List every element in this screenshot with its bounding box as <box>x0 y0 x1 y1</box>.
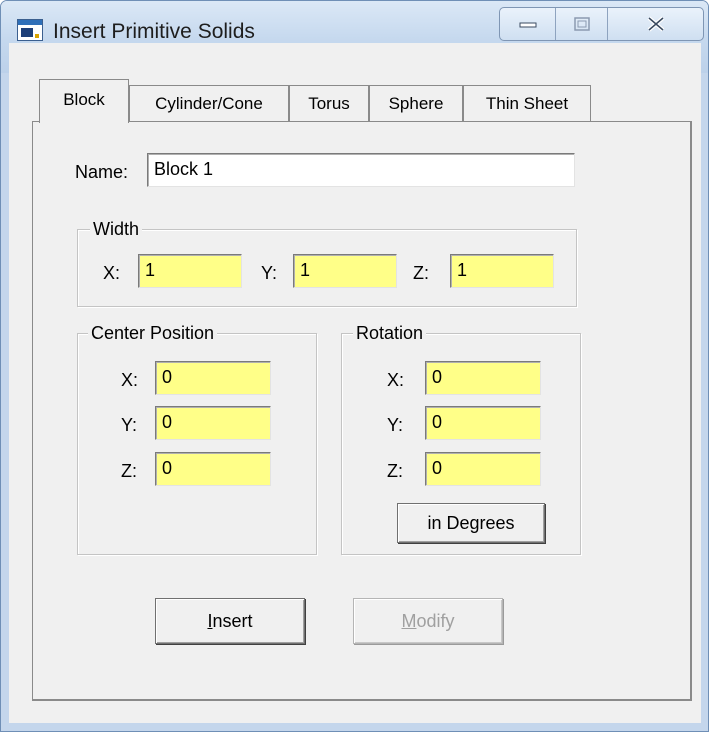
tab-block[interactable]: Block <box>39 79 129 123</box>
tab-torus[interactable]: Torus <box>289 85 369 121</box>
app-window-icon <box>17 19 43 41</box>
width-x-input[interactable]: 1 <box>138 254 242 288</box>
center-z-input[interactable]: 0 <box>155 452 271 486</box>
center-y-label: Y: <box>121 415 138 435</box>
maximize-icon <box>573 17 590 31</box>
insert-button[interactable]: Insert <box>155 598 305 644</box>
tab-sphere[interactable]: Sphere <box>369 85 463 121</box>
rotation-y-label: Y: <box>387 415 404 435</box>
width-z-input[interactable]: 1 <box>450 254 554 288</box>
center-position-title: Center Position <box>88 322 218 344</box>
width-y-input[interactable]: 1 <box>293 254 397 288</box>
width-x-label: X: <box>103 263 121 283</box>
rotation-z-label: Z: <box>387 461 403 481</box>
close-button[interactable] <box>608 8 703 40</box>
name-label: Name: <box>75 162 129 182</box>
rotation-x-input[interactable]: 0 <box>425 361 541 395</box>
rotation-x-label: X: <box>387 370 405 390</box>
close-icon <box>647 16 664 32</box>
name-input[interactable]: Block 1 <box>147 153 575 187</box>
modify-label-rest: odify <box>416 611 455 631</box>
modify-accelerator: M <box>401 611 417 631</box>
window-frame-left <box>1 73 9 731</box>
center-z-label: Z: <box>121 461 137 481</box>
insert-label-rest: nsert <box>212 611 253 631</box>
window-frame-bottom <box>1 723 708 731</box>
dialog-window: Insert Primitive Solids Block Cylinder/C… <box>0 0 709 732</box>
width-z-label: Z: <box>413 263 429 283</box>
center-x-label: X: <box>121 370 139 390</box>
minimize-button[interactable] <box>500 8 556 40</box>
minimize-icon <box>519 22 536 28</box>
modify-button[interactable]: Modify <box>353 598 503 644</box>
in-degrees-button[interactable]: in Degrees <box>397 503 545 543</box>
window-title: Insert Primitive Solids <box>53 20 255 43</box>
caption-buttons <box>499 7 704 41</box>
rotation-y-input[interactable]: 0 <box>425 406 541 440</box>
width-y-label: Y: <box>261 263 278 283</box>
tab-thin-sheet[interactable]: Thin Sheet <box>463 85 591 121</box>
rotation-z-input[interactable]: 0 <box>425 452 541 486</box>
width-group-title: Width <box>90 218 143 240</box>
rotation-title: Rotation <box>353 322 427 344</box>
center-x-input[interactable]: 0 <box>155 361 271 395</box>
center-y-input[interactable]: 0 <box>155 406 271 440</box>
window-frame-right <box>700 73 708 731</box>
tab-cylinder-cone[interactable]: Cylinder/Cone <box>129 85 289 121</box>
maximize-button[interactable] <box>556 8 608 40</box>
